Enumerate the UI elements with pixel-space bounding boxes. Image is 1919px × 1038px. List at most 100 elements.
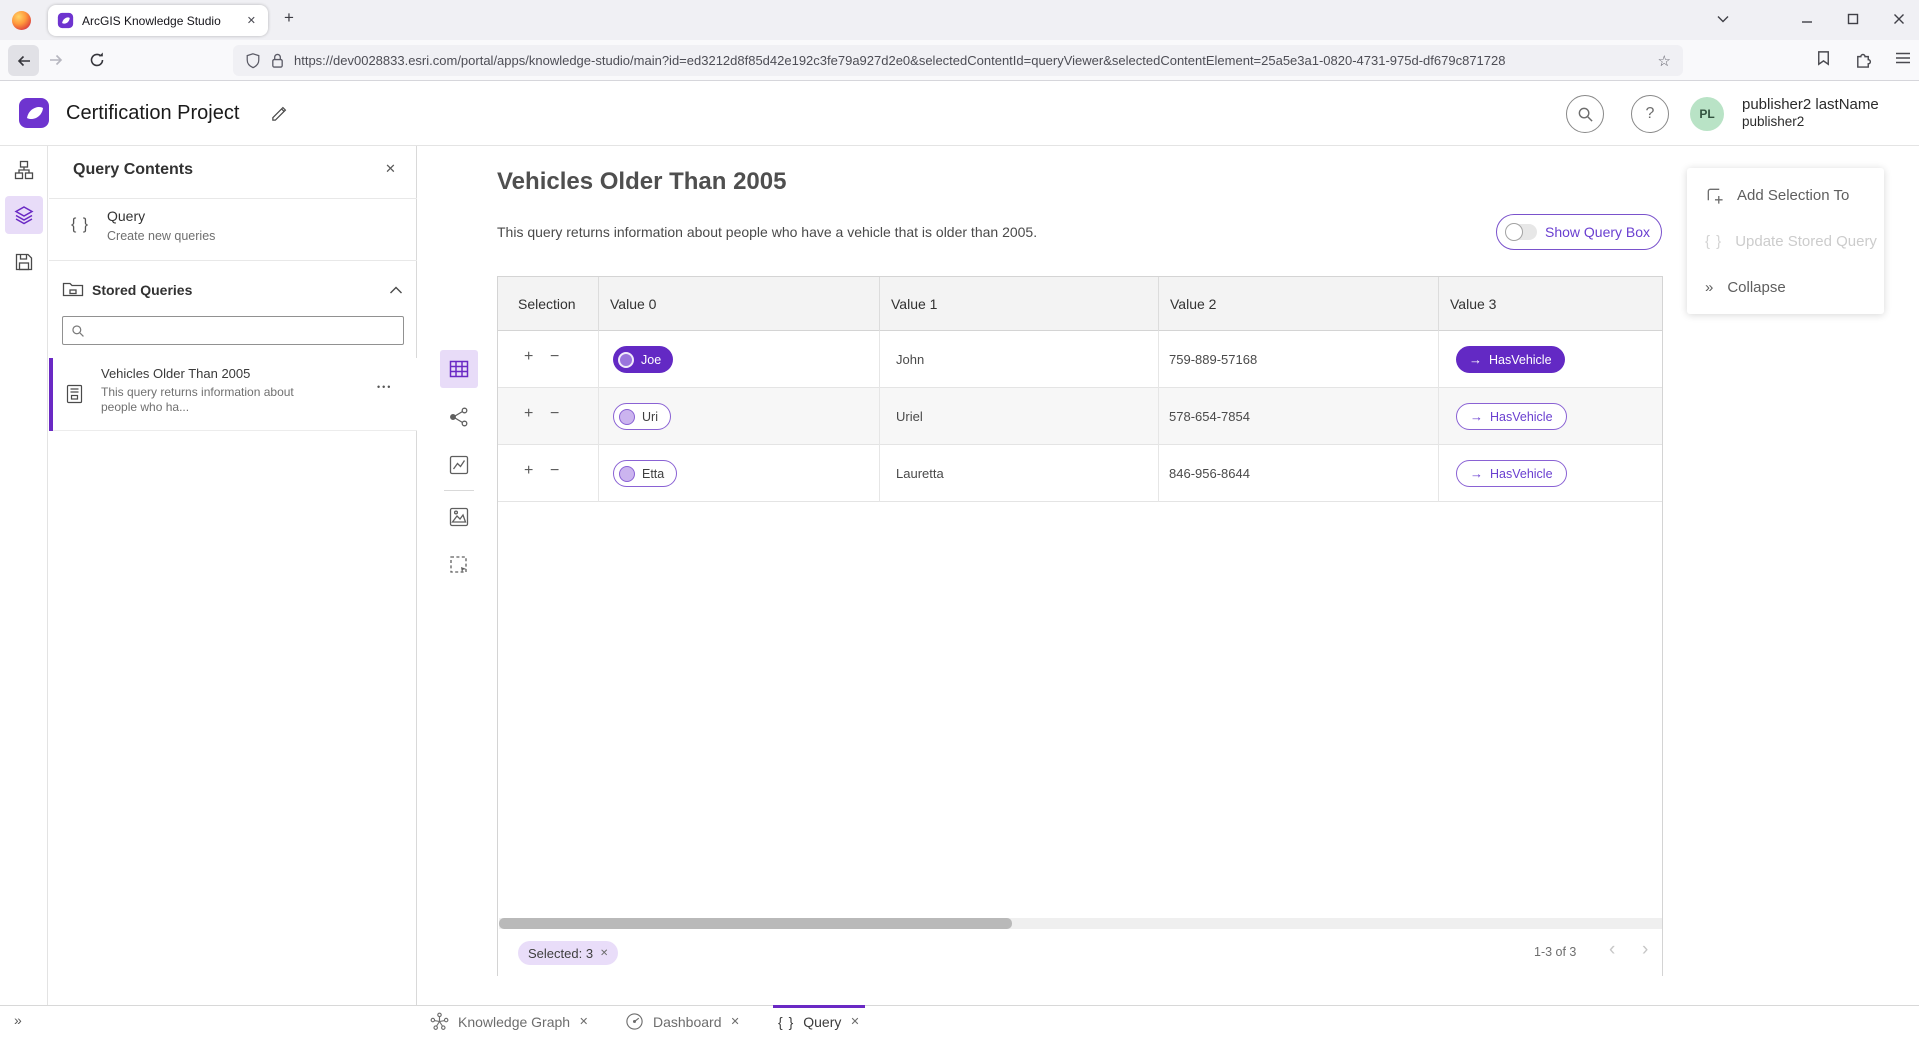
- window-close-button[interactable]: [1892, 12, 1906, 26]
- table-icon: [449, 360, 469, 378]
- window-maximize-button[interactable]: [1846, 12, 1860, 26]
- panel-close-icon[interactable]: ✕: [385, 161, 396, 177]
- toggle-knob[interactable]: [1505, 223, 1523, 241]
- relationship-pill[interactable]: →HasVehicle: [1456, 460, 1567, 487]
- stored-query-item[interactable]: Vehicles Older Than 2005 This query retu…: [49, 358, 417, 431]
- help-button[interactable]: ?: [1631, 95, 1669, 133]
- remove-from-selection-button[interactable]: −: [550, 405, 559, 423]
- menu-item-label: Update Stored Query: [1735, 233, 1877, 250]
- entity-pill[interactable]: Etta: [613, 460, 677, 487]
- url-text[interactable]: https://dev0028833.esri.com/portal/apps/…: [294, 53, 1649, 68]
- toggle-track[interactable]: [1507, 224, 1537, 240]
- add-selection-icon: [1705, 186, 1724, 205]
- layers-rail-button[interactable]: [5, 196, 43, 234]
- user-login: publisher2: [1742, 114, 1804, 129]
- window-minimize-button[interactable]: [1800, 12, 1814, 26]
- select-area-button[interactable]: [440, 546, 478, 584]
- next-page-icon[interactable]: ›: [1642, 939, 1648, 961]
- tab-close-icon[interactable]: ✕: [579, 1015, 588, 1028]
- divider: [444, 490, 474, 491]
- back-button[interactable]: [8, 45, 39, 76]
- hamburger-menu-icon[interactable]: [1894, 49, 1912, 67]
- scrollbar-thumb[interactable]: [499, 918, 1012, 929]
- search-icon: [71, 324, 85, 338]
- stored-queries-label: Stored Queries: [92, 282, 192, 298]
- horizontal-scrollbar[interactable]: [499, 918, 1662, 929]
- expand-panel-icon[interactable]: »: [14, 1012, 22, 1028]
- data-model-icon[interactable]: [14, 160, 34, 180]
- context-menu: Add Selection To { } Update Stored Query…: [1687, 168, 1884, 314]
- tab-close-icon[interactable]: ✕: [731, 1015, 740, 1028]
- padlock-icon[interactable]: [270, 52, 285, 69]
- extensions-puzzle-icon[interactable]: [1854, 49, 1873, 68]
- tab-dashboard[interactable]: Dashboard ✕: [625, 1005, 740, 1038]
- edit-pencil-icon[interactable]: [270, 104, 289, 123]
- divider: [49, 260, 417, 261]
- url-bar[interactable]: https://dev0028833.esri.com/portal/apps/…: [233, 45, 1683, 76]
- table-view-button[interactable]: [440, 350, 478, 388]
- panel-title: Query Contents: [73, 161, 193, 179]
- bottom-tab-bar: [0, 1005, 1919, 1038]
- add-to-selection-button[interactable]: +: [524, 462, 533, 480]
- previous-page-icon[interactable]: ‹: [1609, 939, 1615, 961]
- browser-tab[interactable]: ArcGIS Knowledge Studio ✕: [48, 5, 268, 36]
- bookmark-star-icon[interactable]: ☆: [1658, 52, 1671, 70]
- knowledge-studio-logo: [18, 97, 50, 129]
- header-search-button[interactable]: [1566, 95, 1604, 133]
- query-item-title[interactable]: Query: [107, 208, 145, 224]
- new-tab-button[interactable]: +: [284, 8, 294, 28]
- menu-item-add-selection-to[interactable]: Add Selection To: [1687, 172, 1884, 218]
- column-header: Value 0: [610, 296, 656, 312]
- query-contents-panel: Query Contents ✕ { } Query Create new qu…: [49, 146, 417, 1005]
- arrow-right-icon: →: [1470, 466, 1483, 481]
- search-input[interactable]: [91, 323, 395, 338]
- user-name: publisher2 lastName: [1742, 96, 1879, 113]
- divider: [49, 198, 417, 199]
- search-icon: [1577, 106, 1594, 123]
- entity-dot-icon: [619, 466, 635, 482]
- chevron-up-icon[interactable]: [389, 285, 403, 295]
- remove-from-selection-button[interactable]: −: [550, 348, 559, 366]
- menu-item-update-stored-query: { } Update Stored Query: [1687, 218, 1884, 264]
- stored-queries-search-box[interactable]: [62, 316, 404, 345]
- save-icon[interactable]: [14, 252, 34, 272]
- avatar[interactable]: PL: [1690, 97, 1724, 131]
- reload-button[interactable]: [88, 51, 106, 69]
- firefox-icon[interactable]: [12, 11, 31, 30]
- map-view-button[interactable]: [440, 498, 478, 536]
- arrow-right-icon: →: [1470, 409, 1483, 424]
- clear-selection-icon[interactable]: ✕: [600, 948, 608, 959]
- cell-value: John: [896, 352, 924, 367]
- tab-close-icon[interactable]: ✕: [244, 12, 259, 29]
- forward-button[interactable]: [47, 51, 65, 69]
- show-query-box-label: Show Query Box: [1545, 224, 1650, 240]
- selected-count-label: Selected: 3: [528, 946, 593, 961]
- arrow-right-icon: →: [1469, 352, 1482, 367]
- tab-close-icon[interactable]: ✕: [850, 1015, 859, 1028]
- add-to-selection-button[interactable]: +: [524, 348, 533, 366]
- remove-from-selection-button[interactable]: −: [550, 462, 559, 480]
- column-header: Value 1: [891, 296, 937, 312]
- avatar-initials: PL: [1699, 107, 1714, 121]
- tab-query[interactable]: { } Query ✕: [778, 1005, 860, 1038]
- menu-item-collapse[interactable]: » Collapse: [1687, 264, 1884, 310]
- tab-list-chevron-icon[interactable]: [1716, 12, 1730, 26]
- menu-item-label: Collapse: [1727, 279, 1785, 296]
- entity-pill[interactable]: Uri: [613, 403, 671, 430]
- item-options-icon[interactable]: •••: [377, 382, 392, 392]
- table-row: + − Etta Lauretta 846-956-8644 →HasVehic…: [498, 445, 1662, 502]
- pocket-icon[interactable]: [1814, 49, 1833, 68]
- selected-count-chip[interactable]: Selected: 3 ✕: [518, 941, 618, 965]
- relationship-pill[interactable]: →HasVehicle: [1456, 346, 1565, 373]
- tab-knowledge-graph[interactable]: Knowledge Graph ✕: [430, 1005, 588, 1038]
- chart-view-button[interactable]: [440, 446, 478, 484]
- left-rail: [0, 146, 48, 1005]
- relationship-pill[interactable]: →HasVehicle: [1456, 403, 1567, 430]
- add-to-selection-button[interactable]: +: [524, 405, 533, 423]
- entity-pill[interactable]: Joe: [613, 346, 673, 373]
- show-query-box-toggle[interactable]: Show Query Box: [1496, 214, 1662, 250]
- entity-dot-icon: [618, 352, 634, 368]
- link-chart-view-button[interactable]: [440, 398, 478, 436]
- tab-label: Dashboard: [653, 1014, 722, 1030]
- tracking-shield-icon[interactable]: [245, 52, 261, 69]
